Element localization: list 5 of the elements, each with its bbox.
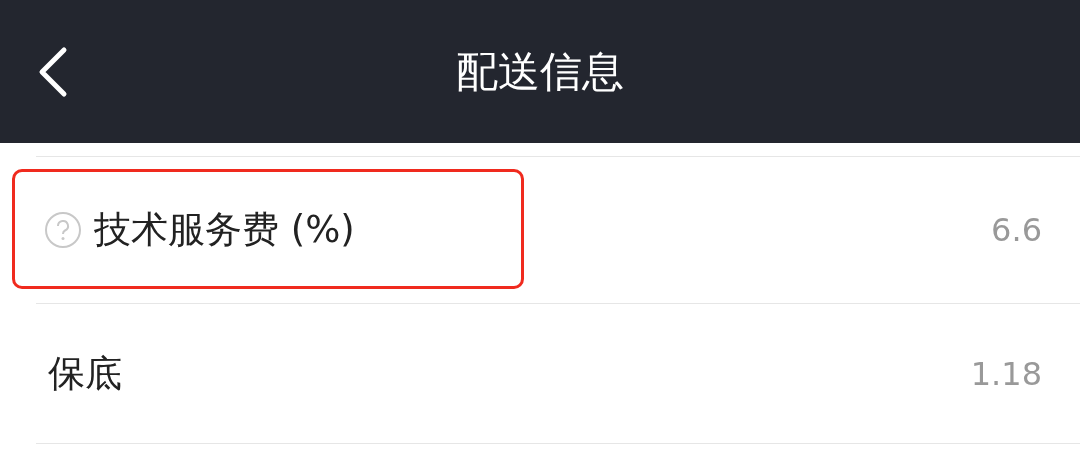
page-title: 配送信息 [456, 45, 624, 98]
row-value: 1.18 [970, 354, 1042, 393]
row-label: 技术服务费 (%) [94, 207, 355, 253]
row-label: 保底 [48, 350, 122, 397]
row-value: 6.6 [991, 211, 1042, 249]
